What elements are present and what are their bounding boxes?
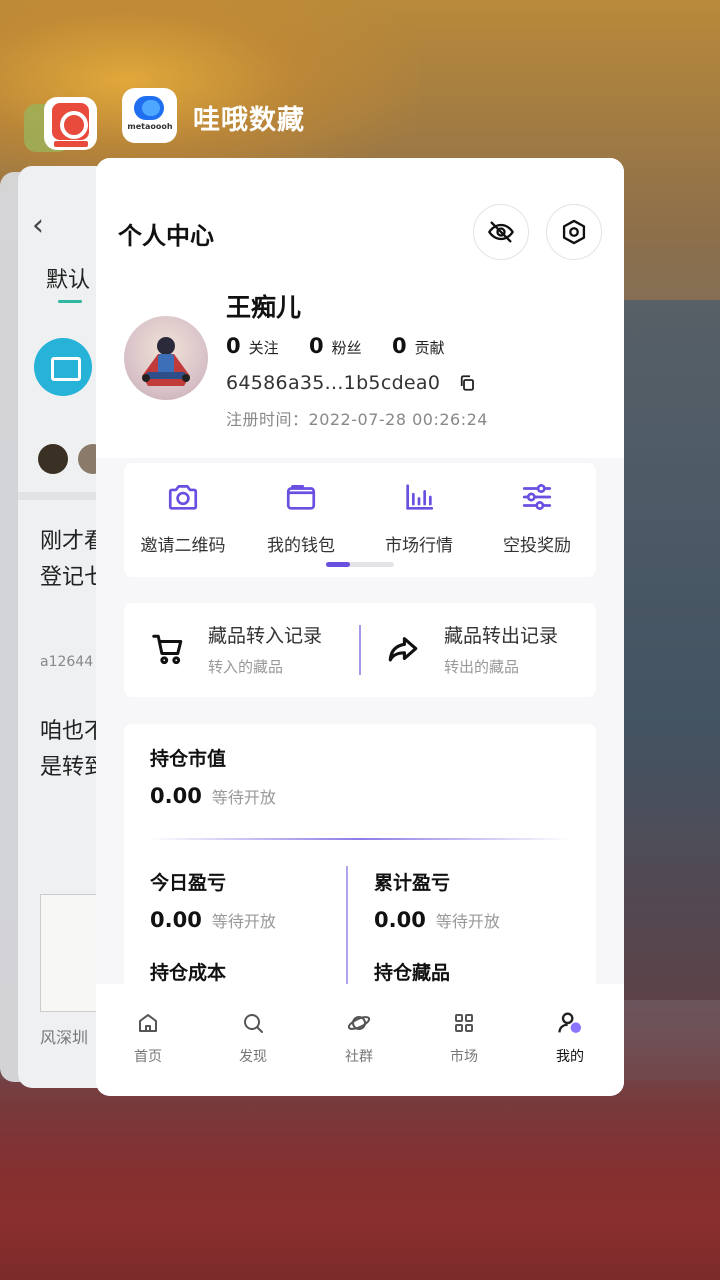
invite-qrcode-button[interactable]: 邀请二维码 <box>124 477 242 556</box>
holding-value-note: 等待开放 <box>211 788 276 807</box>
total-pnl-note: 等待开放 <box>435 912 500 931</box>
tab-label: 发现 <box>239 1049 267 1065</box>
transfer-in-title: 藏品转入记录 <box>208 625 323 647</box>
bottom-tab-bar: 首页 发现 社群 市场 我的 <box>96 984 624 1096</box>
quick-action-label: 空投奖励 <box>503 536 571 556</box>
stat-label: 关注 <box>248 339 279 357</box>
settings-button[interactable] <box>546 204 602 260</box>
eye-off-icon <box>488 221 514 243</box>
tab-label: 首页 <box>134 1049 162 1065</box>
app-card[interactable]: 个人中心 王痴儿 0 关注 0 粉丝 0 贡献 64586a35...1b5cd… <box>96 158 624 1096</box>
tab-discover[interactable]: 发现 <box>213 1008 293 1066</box>
copy-icon[interactable] <box>458 374 476 396</box>
register-value: 2022-07-28 00:26:24 <box>308 410 488 429</box>
wallet-icon <box>286 485 316 510</box>
following-stat[interactable]: 0 关注 <box>226 334 279 358</box>
total-pnl: 0.00 等待开放 <box>374 908 500 932</box>
metaoooh-app-icon[interactable]: metaoooh <box>122 88 177 143</box>
folder-icon <box>34 338 92 396</box>
divider <box>346 866 348 986</box>
home-icon <box>139 1014 157 1032</box>
stat-label: 贡献 <box>414 339 445 357</box>
tab-profile[interactable]: 我的 <box>530 1008 610 1066</box>
stat-number: 0 <box>226 334 241 358</box>
market-trends-button[interactable]: 市场行情 <box>360 477 478 556</box>
divider <box>359 625 361 675</box>
app-icon-text: metaoooh <box>127 122 173 131</box>
grid-icon <box>455 1014 473 1032</box>
divider <box>150 838 570 840</box>
today-pnl-number: 0.00 <box>150 908 202 932</box>
avatar <box>38 444 68 474</box>
app-icon-label <box>54 141 88 147</box>
wallpaper-bottom <box>0 1080 720 1280</box>
transfer-records-panel: 藏品转入记录 转入的藏品 藏品转出记录 转出的藏品 <box>124 603 596 697</box>
hide-assets-button[interactable] <box>473 204 529 260</box>
sliders-icon <box>522 484 552 510</box>
quick-action-label: 我的钱包 <box>267 536 335 556</box>
today-pnl: 0.00 等待开放 <box>150 908 276 932</box>
scrollbar-thumb[interactable] <box>326 562 350 567</box>
transfer-in-subtitle: 转入的藏品 <box>208 658 284 676</box>
transfer-out-title: 藏品转出记录 <box>444 625 559 647</box>
assets-panel: 持仓市值 0.00 等待开放 今日盈亏 0.00 等待开放 持仓成本 累计盈亏 … <box>124 724 596 1024</box>
back-app-city: 风深圳 <box>40 1028 89 1047</box>
contribution-stat[interactable]: 0 贡献 <box>392 334 445 358</box>
tab-label: 社群 <box>345 1049 373 1065</box>
quick-action-label: 市场行情 <box>385 536 453 556</box>
username: 王痴儿 <box>226 293 302 322</box>
quick-action-label: 邀请二维码 <box>140 536 226 556</box>
document-thumbnail <box>40 894 100 1012</box>
camera-icon <box>168 485 198 510</box>
airdrop-rewards-button[interactable]: 空投奖励 <box>478 477 596 556</box>
today-pnl-title: 今日盈亏 <box>150 872 227 894</box>
tab-community[interactable]: 社群 <box>319 1008 399 1066</box>
tab-market[interactable]: 市场 <box>424 1008 504 1066</box>
followers-stat[interactable]: 0 粉丝 <box>309 334 362 358</box>
app-name: 哇哦数藏 <box>193 105 305 136</box>
total-pnl-number: 0.00 <box>374 908 426 932</box>
quick-actions-scrollbar[interactable] <box>326 562 394 567</box>
transfer-out-subtitle: 转出的藏品 <box>444 658 520 676</box>
tab-label: 市场 <box>450 1049 478 1065</box>
settings-hexagon-icon <box>562 219 586 245</box>
register-label: 注册时间： <box>226 410 309 429</box>
tab-home[interactable]: 首页 <box>108 1008 188 1066</box>
planet-icon <box>347 1016 371 1030</box>
holding-items-title: 持仓藏品 <box>374 962 451 984</box>
stat-number: 0 <box>392 334 407 358</box>
page-title: 个人中心 <box>118 222 214 250</box>
holding-value-number: 0.00 <box>150 784 202 808</box>
bar-chart-icon <box>406 484 434 510</box>
wallet-address: 64586a35...1b5cdea0 <box>226 372 441 394</box>
cart-icon <box>152 634 183 665</box>
quick-actions-panel: 邀请二维码 我的钱包 市场行情 空投奖励 <box>124 463 596 577</box>
total-pnl-title: 累计盈亏 <box>374 872 451 894</box>
app-icon[interactable] <box>44 97 97 150</box>
back-app-tab[interactable]: 默认 <box>46 262 90 294</box>
today-pnl-note: 等待开放 <box>211 912 276 931</box>
stat-number: 0 <box>309 334 324 358</box>
avatar[interactable] <box>124 316 208 400</box>
avatar-illustration <box>142 337 190 386</box>
tab-label: 我的 <box>556 1049 584 1065</box>
register-time: 注册时间：2022-07-28 00:26:24 <box>226 406 488 430</box>
search-icon <box>244 1014 263 1033</box>
back-app-tab-indicator <box>58 300 82 303</box>
holding-value: 0.00 等待开放 <box>150 784 276 808</box>
wallet-button[interactable]: 我的钱包 <box>242 477 360 556</box>
holding-cost-title: 持仓成本 <box>150 962 227 984</box>
chevron-left-icon[interactable]: ‹ <box>32 208 44 243</box>
back-app-meta: a12644 <box>40 654 94 670</box>
share-arrow-icon <box>388 637 418 662</box>
profile-icon <box>558 1012 582 1033</box>
stat-label: 粉丝 <box>331 339 362 357</box>
holding-value-title: 持仓市值 <box>150 748 227 770</box>
